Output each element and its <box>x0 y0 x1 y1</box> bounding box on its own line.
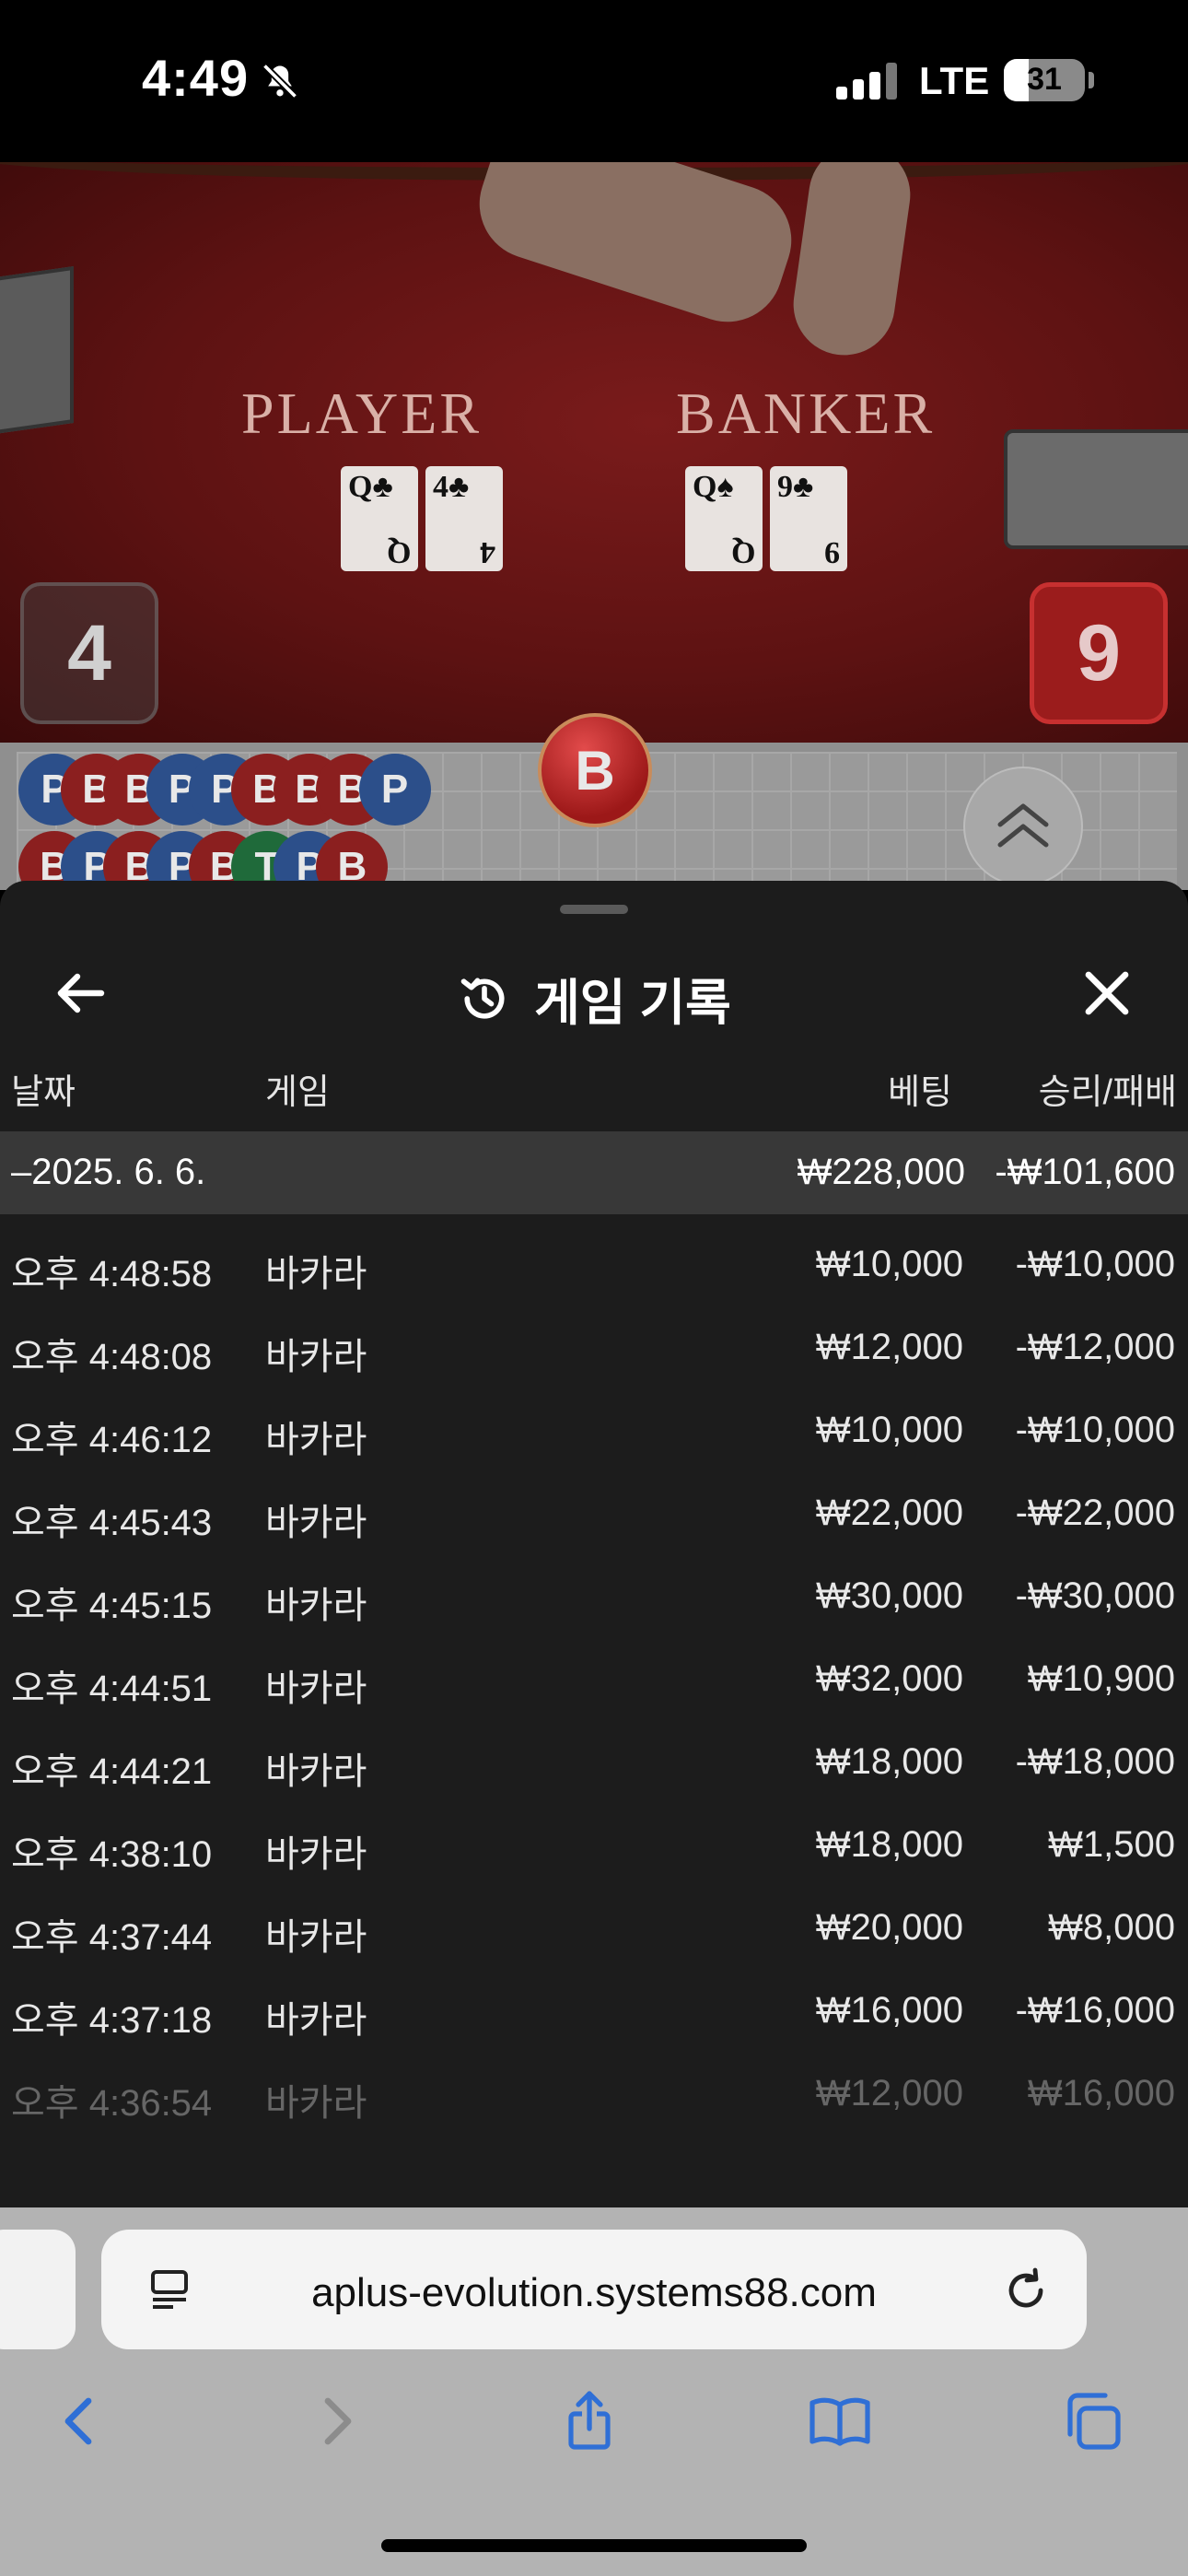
card-shoe-right <box>1004 429 1188 549</box>
day-summary-win-loss: -₩101,600 <box>995 1152 1175 1192</box>
banker-cards: Q♠ Q 9♣ 9 <box>685 466 847 571</box>
share-icon[interactable] <box>556 2388 623 2454</box>
silent-mode-icon <box>262 63 298 100</box>
sheet-drag-handle[interactable] <box>560 905 628 914</box>
browser-toolbar: aplus-evolution.systems88.com <box>0 2207 1188 2576</box>
sheet-title-group: 게임 기록 <box>0 962 1188 1035</box>
table-header: 날짜 게임 베팅 승리/패배 <box>0 1063 1188 1118</box>
status-bar: 4:49 LTE 31 <box>0 0 1188 162</box>
bead-road-marker: P <box>358 754 431 825</box>
table-row[interactable]: 오후 4:44:51 바카라 ₩32,000 ₩10,900 <box>0 1638 1188 1721</box>
address-bar[interactable]: aplus-evolution.systems88.com <box>101 2230 1087 2349</box>
cellular-signal-icon <box>836 63 897 100</box>
sheet-header: 게임 기록 <box>0 936 1188 1047</box>
expand-roadmap-button[interactable] <box>963 767 1083 886</box>
table-row[interactable]: 오후 4:48:58 바카라 ₩10,000 -₩10,000 <box>0 1224 1188 1306</box>
table-row[interactable]: 오후 4:48:08 바카라 ₩12,000 -₩12,000 <box>0 1306 1188 1389</box>
home-indicator[interactable] <box>381 2539 807 2552</box>
table-row[interactable]: 오후 4:44:21 바카라 ₩18,000 -₩18,000 <box>0 1721 1188 1804</box>
card-shoe-left <box>0 265 74 437</box>
player-score: 4 <box>20 582 158 724</box>
column-header-win-loss[interactable]: 승리/패배 <box>1039 1063 1177 1114</box>
tabs-icon[interactable] <box>1059 2388 1125 2454</box>
table-row[interactable]: 오후 4:37:18 바카라 ₩16,000 -₩16,000 <box>0 1970 1188 2053</box>
history-list: 오후 4:48:58 바카라 ₩10,000 -₩10,000 오후 4:48:08 바… <box>0 1224 1188 2136</box>
playing-card: Q♣ Q <box>341 466 418 571</box>
back-chevron-icon[interactable] <box>46 2388 112 2454</box>
banker-score: 9 <box>1030 582 1168 724</box>
day-summary-date: –2025. 6. 6. <box>11 1152 206 1192</box>
close-icon[interactable] <box>1077 964 1136 1023</box>
playing-card: Q♠ Q <box>685 466 763 571</box>
banker-label: BANKER <box>676 381 936 446</box>
table-row[interactable]: 오후 4:36:54 바카라 ₩12,000 ₩16,000 <box>0 2053 1188 2136</box>
history-icon <box>460 978 505 1019</box>
dealer-hand-right <box>786 162 917 362</box>
forward-chevron-icon[interactable] <box>304 2388 370 2454</box>
player-cards: Q♣ Q 4♣ 4 <box>341 466 503 571</box>
table-row[interactable]: 오후 4:45:15 바카라 ₩30,000 -₩30,000 <box>0 1555 1188 1638</box>
column-header-bet[interactable]: 베팅 <box>888 1063 952 1114</box>
table-row[interactable]: 오후 4:37:44 바카라 ₩20,000 ₩8,000 <box>0 1887 1188 1970</box>
latest-result-bead: B <box>538 713 652 827</box>
table-row[interactable]: 오후 4:45:43 바카라 ₩22,000 -₩22,000 <box>0 1472 1188 1555</box>
day-summary-bet: ₩228,000 <box>797 1152 965 1192</box>
battery-icon: 31 <box>1004 59 1085 101</box>
game-history-sheet: 게임 기록 날짜 게임 베팅 승리/패배 –2025. 6. 6. ₩228,0… <box>0 881 1188 2207</box>
bookmarks-icon[interactable] <box>807 2388 873 2454</box>
table-row[interactable]: 오후 4:38:10 바카라 ₩18,000 ₩1,500 <box>0 1804 1188 1887</box>
url-text: aplus-evolution.systems88.com <box>311 2270 877 2315</box>
sheet-title: 게임 기록 <box>534 976 731 1031</box>
player-label: PLAYER <box>241 381 483 446</box>
network-type: LTE <box>919 59 990 102</box>
dealer-hand-left <box>465 162 806 336</box>
playing-card: 4♣ 4 <box>425 466 503 571</box>
day-summary-row[interactable]: –2025. 6. 6. ₩228,000 -₩101,600 <box>0 1131 1188 1214</box>
battery-tip <box>1089 72 1094 88</box>
status-time: 4:49 <box>142 49 250 107</box>
reload-icon[interactable] <box>1000 2265 1052 2316</box>
column-header-game[interactable]: 게임 <box>265 1063 330 1114</box>
battery-level: 31 <box>1027 62 1062 97</box>
previous-tab-preview[interactable] <box>0 2230 76 2349</box>
live-video-stream: PLAYER BANKER Q♣ Q 4♣ 4 Q♠ Q 9♣ 9 4 9 <box>0 162 1188 743</box>
playing-card: 9♣ 9 <box>770 466 847 571</box>
column-header-date[interactable]: 날짜 <box>11 1063 76 1114</box>
table-row[interactable]: 오후 4:46:12 바카라 ₩10,000 -₩10,000 <box>0 1389 1188 1472</box>
chevron-double-up-icon <box>997 803 1049 848</box>
